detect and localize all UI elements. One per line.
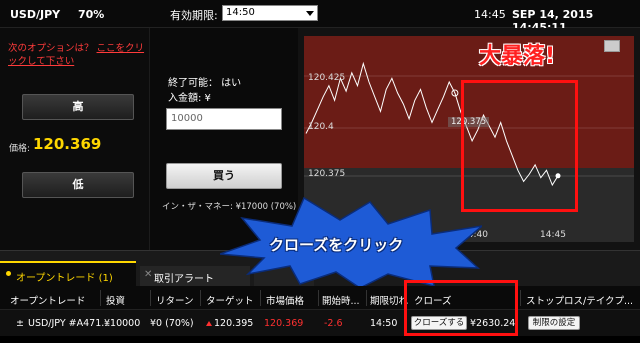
- payout-percent: 70%: [78, 8, 105, 21]
- trades-table-header: オープントレード 投資 リターン ターゲット 市場価格 開始時... 期限切れ …: [0, 286, 640, 310]
- trade-direction-panel: 次のオプションは？ ここをクリックして下さい 高 価格: 120.369 低: [0, 28, 150, 250]
- high-button[interactable]: 高: [22, 94, 134, 120]
- y-tick-label: 120.375: [308, 169, 346, 179]
- next-option-prefix: 次のオプションは？: [8, 43, 97, 54]
- crash-annotation: 大暴落!: [479, 44, 556, 69]
- col-open-trade[interactable]: オープントレード: [10, 293, 85, 307]
- chart-type-icon[interactable]: [604, 40, 620, 52]
- expiry-label: 有効期限:: [170, 9, 218, 22]
- next-option-link[interactable]: 次のオプションは？ ここをクリックして下さい: [8, 42, 146, 68]
- y-tick-label: 120.4: [308, 122, 334, 132]
- column-divider: [366, 290, 367, 306]
- row-market-price: 120.369: [264, 318, 304, 329]
- highlight-box-crash: [461, 80, 578, 212]
- callout-text: クローズをクリック: [269, 236, 404, 254]
- column-divider: [100, 290, 101, 306]
- amount-input[interactable]: 10000: [166, 108, 282, 130]
- top-bar: USD/JPY 70% 有効期限: 14:50 14:45 SEP 14, 20…: [0, 0, 640, 34]
- current-time: 14:45: [474, 8, 506, 21]
- close-icon[interactable]: ✕: [144, 269, 152, 280]
- amount-label: 入金額: ¥: [168, 93, 211, 104]
- row-return: ¥0 (70%): [150, 318, 194, 329]
- arrow-up-icon: [206, 321, 212, 326]
- column-divider: [318, 290, 319, 306]
- expand-icon[interactable]: ±: [16, 318, 24, 329]
- row-investment: ¥10000: [104, 318, 141, 329]
- buy-button[interactable]: 買う: [166, 163, 282, 189]
- early-close-label: 終了可能： はい: [168, 78, 242, 89]
- column-divider: [260, 290, 261, 306]
- col-expiry[interactable]: 期限切れ: [370, 293, 408, 307]
- col-return[interactable]: リターン: [156, 293, 194, 307]
- column-divider: [200, 290, 201, 306]
- column-divider: [150, 290, 151, 306]
- col-investment[interactable]: 投資: [106, 293, 125, 307]
- price-label: 価格:: [9, 144, 31, 154]
- row-expiry: 14:50: [370, 318, 398, 329]
- highlight-box-close: [404, 280, 518, 336]
- col-target[interactable]: ターゲット: [206, 293, 254, 307]
- y-tick-label: 120.425: [308, 73, 346, 83]
- col-start[interactable]: 開始時...: [322, 293, 360, 307]
- chevron-down-icon: [306, 11, 314, 16]
- row-start: -2.6: [324, 318, 343, 329]
- asset-pair[interactable]: USD/JPY: [10, 8, 60, 21]
- expiry-value: 14:50: [226, 7, 255, 18]
- set-limit-button[interactable]: 制限の設定: [528, 316, 580, 330]
- row-target: 120.395: [214, 318, 254, 329]
- low-button[interactable]: 低: [22, 172, 134, 198]
- tab-trade-alerts-label: 取引アラート: [154, 274, 214, 285]
- active-dot-icon: [6, 271, 11, 276]
- row-instrument: USD/JPY #A471...: [28, 318, 111, 329]
- tab-open-trades-label: オープントレード (1): [16, 273, 113, 284]
- column-divider: [520, 290, 521, 306]
- col-market-price[interactable]: 市場価格: [266, 293, 304, 307]
- x-tick-label: 14:45: [540, 230, 566, 240]
- tab-open-trades[interactable]: オープントレード (1): [0, 261, 136, 287]
- expiry-select[interactable]: 14:50: [222, 5, 318, 21]
- col-stoploss[interactable]: ストップロス/テイクプ...: [526, 293, 633, 307]
- price-value: 120.369: [33, 135, 102, 153]
